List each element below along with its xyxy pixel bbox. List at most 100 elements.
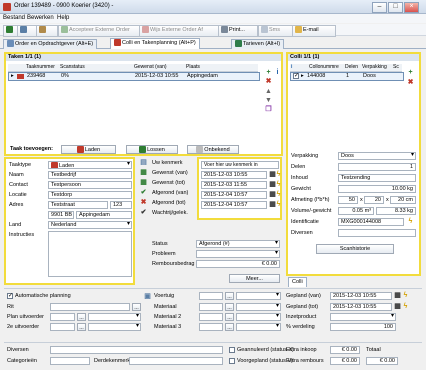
volumegewicht-field[interactable]: 8.33 kg	[376, 207, 416, 215]
move-down-icon[interactable]: ▼	[265, 97, 272, 104]
voorgepland-checkbox[interactable]	[229, 358, 235, 364]
taaktype-select[interactable]: Laden	[48, 161, 132, 169]
print-button[interactable]: Print...	[218, 25, 258, 37]
uitvoerder2-lookup[interactable]: ...	[77, 323, 86, 331]
add-onbekend-button[interactable]: Onbekend	[187, 145, 239, 154]
plan-uitvoerder-select[interactable]	[88, 313, 141, 321]
inzetproduct-select[interactable]	[330, 313, 396, 321]
delen-field[interactable]: 1	[338, 163, 416, 171]
afgerond-van-field[interactable]: 2015-12-04 10:57	[201, 191, 267, 199]
plaats-field[interactable]: Appingedam	[76, 211, 132, 219]
lightning-icon[interactable]: ϟ	[275, 181, 282, 188]
delete-icon[interactable]: ✖	[265, 78, 272, 85]
close-button[interactable]: ×	[404, 2, 419, 13]
materiaal3-select[interactable]	[236, 323, 281, 331]
uw-kenmerk-field[interactable]: Voer hier uw kenmerk in	[201, 161, 279, 169]
gepland-van-field[interactable]: 2015-12-03 10:55	[330, 292, 392, 300]
lightning-icon[interactable]: ϟ	[275, 191, 282, 198]
diversen-footer-field[interactable]	[50, 346, 223, 354]
hoogte-field[interactable]: 20 cm	[390, 196, 416, 204]
scanhistorie-button[interactable]: Scanhistorie	[316, 244, 394, 254]
lightning-icon[interactable]: ϟ	[275, 171, 282, 178]
lightning-icon[interactable]: ϟ	[402, 292, 409, 299]
email-button[interactable]: E-mail	[292, 25, 336, 37]
materiaal3-lookup[interactable]: ...	[225, 323, 234, 331]
move-up-icon[interactable]: ▲	[265, 88, 272, 95]
straat-field[interactable]: Teststraat	[48, 201, 108, 209]
menu-bewerken[interactable]: Bewerken	[27, 15, 54, 21]
materiaal-field[interactable]	[199, 303, 223, 311]
verpakking-select[interactable]: Doos	[338, 152, 416, 160]
rit-lookup-button[interactable]: ...	[132, 303, 141, 311]
categorieen-field[interactable]	[50, 357, 90, 365]
materiaal2-select[interactable]	[236, 313, 281, 321]
probleem-select[interactable]	[196, 250, 280, 258]
huisnummer-field[interactable]: 123	[110, 201, 132, 209]
menu-help[interactable]: Help	[57, 15, 69, 21]
contact-field[interactable]: Testpersoon	[48, 181, 132, 189]
voertuig-select[interactable]	[236, 292, 281, 300]
materiaal3-field[interactable]	[199, 323, 223, 331]
copy-icon[interactable]: ❐	[265, 106, 272, 113]
accept-order-button[interactable]: Accepteer Externe Order	[58, 25, 143, 37]
extra-inkoop-field[interactable]: € 0.00	[330, 346, 360, 354]
rembours-field[interactable]: € 0.00	[196, 260, 280, 268]
lightning-icon[interactable]: ϟ	[275, 201, 282, 208]
verdeling-field[interactable]: 100	[330, 323, 396, 331]
maximize-button[interactable]: □	[388, 2, 403, 13]
materiaal-lookup[interactable]: ...	[225, 303, 234, 311]
add-laden-button[interactable]: Laden	[61, 145, 116, 154]
lightning-icon[interactable]: ϟ	[407, 218, 414, 225]
materiaal-select[interactable]	[236, 303, 281, 311]
calendar-picker-icon[interactable]: ▦	[394, 292, 401, 299]
calendar-picker-icon[interactable]: ▦	[394, 303, 401, 310]
geannuleerd-checkbox[interactable]	[229, 347, 235, 353]
gewicht-field[interactable]: 10.00 kg	[338, 185, 416, 193]
postcode-field[interactable]: 9901 BB	[48, 211, 74, 219]
diversen-field[interactable]	[338, 229, 416, 237]
minimize-button[interactable]: –	[372, 2, 387, 13]
sms-button[interactable]: Sms	[258, 25, 294, 37]
info-icon[interactable]: i	[274, 69, 281, 76]
meer-button[interactable]: Meer...	[229, 274, 280, 283]
gewenst-van-field[interactable]: 2015-12-03 10:55	[201, 171, 267, 179]
uitvoerder2-select[interactable]	[88, 323, 141, 331]
gewenst-tot-field[interactable]: 2015-12-03 11:55	[201, 181, 267, 189]
instructies-field[interactable]	[48, 231, 132, 277]
table-row[interactable]: ▸ 239468 0% 2015-12-03 10:55 Appingedam	[8, 72, 260, 81]
breedte-field[interactable]: 20	[364, 196, 384, 204]
naam-field[interactable]: Testbedrijf	[48, 171, 132, 179]
auto-planning-checkbox[interactable]: ✓	[7, 293, 13, 299]
tools-button[interactable]	[36, 25, 58, 37]
lengte-field[interactable]: 50	[338, 196, 358, 204]
add-lossen-button[interactable]: Lossen	[126, 145, 178, 154]
tab-tarieven[interactable]: Tarieven (Alt+I)	[231, 39, 285, 49]
reject-order-button[interactable]: Wijs Externe Order Af	[139, 25, 222, 37]
inhoud-field[interactable]: Testzending	[338, 174, 416, 182]
table-row[interactable]: ✓ ▸ 144008 1 Doos	[290, 72, 404, 81]
voertuig-lookup[interactable]: ...	[225, 292, 234, 300]
locatie-field[interactable]: Testdorp	[48, 191, 132, 199]
volume-field[interactable]: 0.05 m³	[338, 207, 374, 215]
tab-order[interactable]: Order en Opdrachtgever (Alt+E)	[3, 39, 98, 49]
materiaal2-field[interactable]	[199, 313, 223, 321]
voertuig-field[interactable]	[199, 292, 223, 300]
materiaal2-lookup[interactable]: ...	[225, 313, 234, 321]
rit-field[interactable]	[50, 303, 130, 311]
gepland-tot-field[interactable]: 2015-12-03 10:55	[330, 303, 392, 311]
tab-colli[interactable]: Colli en Takenplanning (Alt+P)	[110, 38, 200, 49]
plan-uitvoerder-lookup[interactable]: ...	[77, 313, 86, 321]
identificatie-field[interactable]: MXG000144008	[338, 218, 404, 226]
extra-rembours-field[interactable]: € 0.00	[330, 357, 360, 365]
add-icon[interactable]: +	[265, 69, 272, 76]
row-checkbox[interactable]: ✓	[293, 73, 299, 79]
add-icon[interactable]: +	[407, 69, 414, 76]
uitvoerder2-field[interactable]	[50, 323, 75, 331]
tab-colli-bottom[interactable]: Colli	[288, 277, 307, 287]
land-select[interactable]: Nederland	[48, 221, 132, 229]
menu-bestand[interactable]: Bestand	[3, 15, 25, 21]
derdekenmerk-field[interactable]	[129, 357, 223, 365]
status-select[interactable]: Afgerond (#)	[196, 240, 280, 248]
plan-uitvoerder-field[interactable]	[50, 313, 75, 321]
afgerond-tot-field[interactable]: 2015-12-04 10:57	[201, 201, 267, 209]
